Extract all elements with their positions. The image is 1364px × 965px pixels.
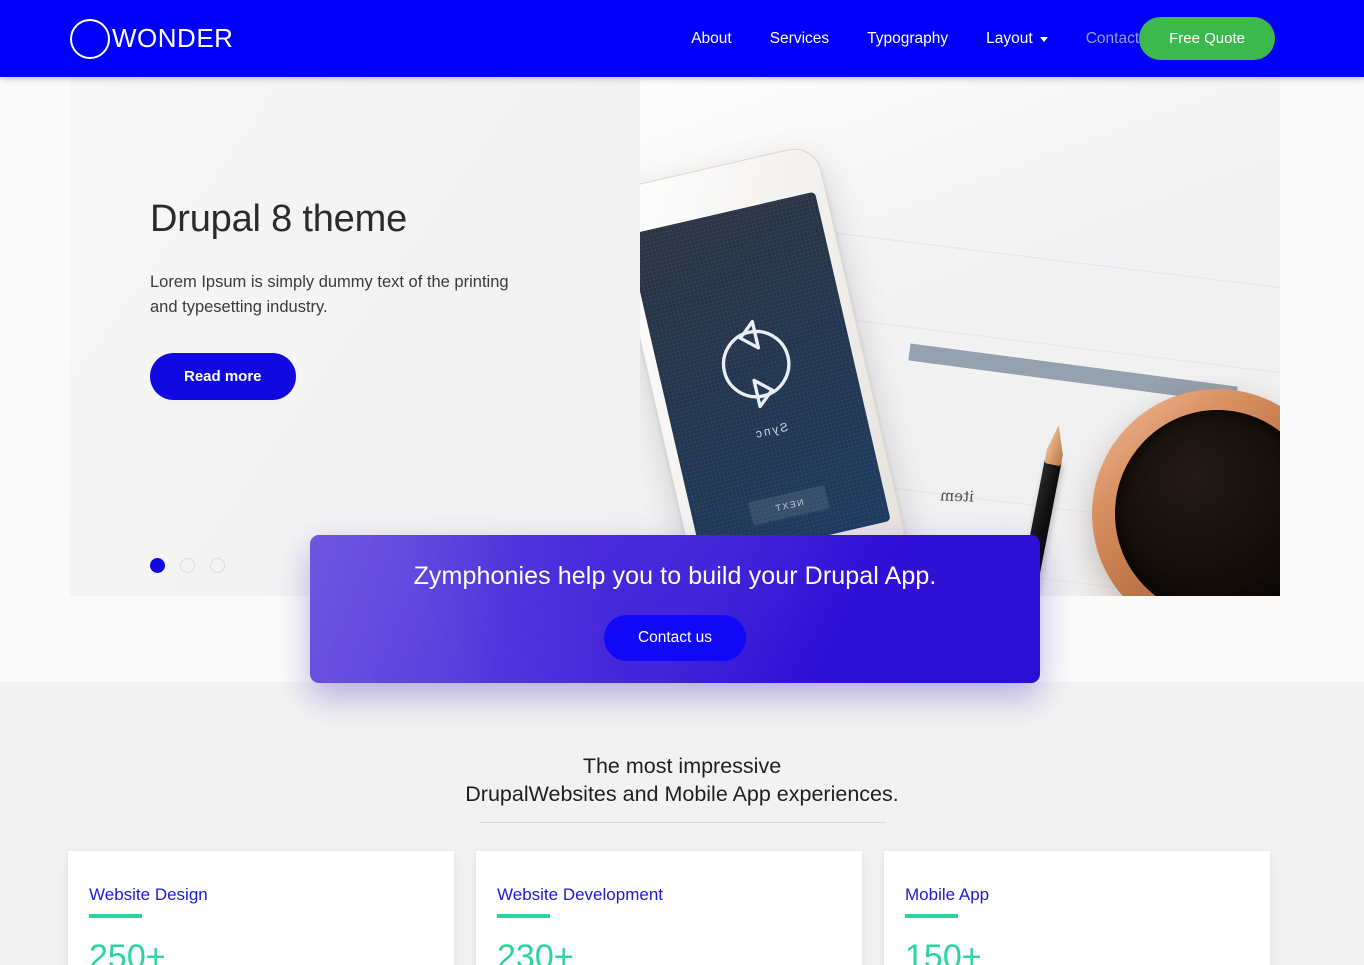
circle-outline-icon (70, 18, 110, 59)
hero-slider: item meeting review pp Sync NEXT (70, 77, 1280, 596)
contact-us-button[interactable]: Contact us (603, 615, 747, 661)
carousel-dot-3[interactable] (210, 558, 225, 573)
carousel-dot-2[interactable] (180, 558, 195, 573)
carousel-dot-1[interactable] (150, 558, 165, 573)
nav-label: About (691, 29, 732, 47)
nav-item-typography[interactable]: Typography (867, 20, 948, 58)
carousel-dots (150, 558, 225, 573)
phone-screen-label: Sync (752, 420, 790, 442)
cta-banner: Zymphonies help you to build your Drupal… (310, 535, 1040, 683)
stat-card-accent-bar (905, 914, 958, 918)
coffee-surface (1115, 410, 1280, 596)
stat-card[interactable]: Website Design 250+ (68, 851, 454, 965)
nav-label: Typography (867, 29, 949, 47)
hero-subtitle: Lorem Ipsum is simply dummy text of the … (150, 272, 509, 317)
read-more-button[interactable]: Read more (150, 352, 296, 400)
nav-item-services[interactable]: Services (770, 20, 829, 58)
hero-photo: item meeting review pp Sync NEXT (640, 77, 1280, 596)
nav-label: Contact (1085, 29, 1140, 47)
brand-name: WONDER (112, 23, 234, 53)
heading-divider (479, 821, 885, 823)
phone-screen: Sync NEXT (640, 191, 891, 565)
stats-section: The most impressive DrupalWebsites and M… (0, 682, 1364, 965)
stat-card[interactable]: Website Development 230+ (476, 851, 862, 965)
brand-logo[interactable]: WONDER (70, 18, 234, 59)
stat-card-title: Website Design (89, 885, 208, 904)
section-heading-line2: DrupalWebsites and Mobile App experience… (465, 782, 899, 807)
phone-next-button: NEXT (747, 485, 830, 526)
chevron-down-icon (1039, 37, 1048, 42)
coffee-mug-photo (1092, 389, 1280, 596)
page-root: WONDER About Services Typography Layout … (0, 0, 1364, 965)
nav-label: Layout (986, 29, 1033, 47)
stat-card-count: 250+ (89, 938, 166, 965)
smartphone-photo: Sync NEXT (640, 143, 910, 596)
section-heading: The most impressive DrupalWebsites and M… (465, 752, 899, 823)
stat-card-count: 150+ (905, 938, 982, 965)
pen-tip (1044, 424, 1068, 467)
cta-title: Zymphonies help you to build your Drupal… (413, 562, 937, 590)
stats-cards: Website Design 250+ Website Development … (68, 851, 1270, 965)
stat-card[interactable]: Mobile App 150+ (884, 851, 1270, 965)
handwritten-note: item (939, 486, 975, 506)
stat-card-count: 230+ (497, 938, 574, 965)
hero-title: Drupal 8 theme (150, 198, 408, 240)
hero-content: Drupal 8 theme Lorem Ipsum is simply dum… (150, 197, 570, 400)
paper-line (789, 227, 1280, 293)
stat-card-title: Mobile App (905, 885, 990, 904)
nav-item-layout[interactable]: Layout (986, 20, 1048, 58)
circular-arrows-icon (721, 320, 791, 409)
free-quote-button[interactable]: Free Quote (1139, 17, 1275, 60)
stat-card-accent-bar (89, 914, 142, 918)
nav-item-about[interactable]: About (691, 20, 732, 58)
stat-card-title: Website Development (497, 885, 663, 904)
nav-item-contact[interactable]: Contact (1086, 20, 1139, 58)
main-navigation: About Services Typography Layout Contact… (691, 17, 1275, 60)
stat-card-accent-bar (497, 914, 550, 918)
nav-label: Services (769, 29, 830, 47)
site-header: WONDER About Services Typography Layout … (0, 0, 1364, 77)
section-heading-line1: The most impressive (582, 754, 782, 778)
